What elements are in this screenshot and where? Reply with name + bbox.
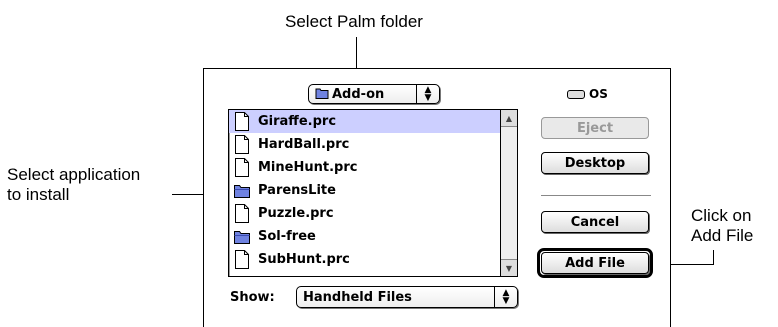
list-item[interactable]: Sol-free	[229, 225, 501, 248]
list-item[interactable]: HardBall.prc	[229, 133, 501, 156]
callout-click-add-file: Click on Add File	[691, 206, 753, 246]
callout-select-palm-folder: Select Palm folder	[285, 12, 423, 31]
list-item-label: Giraffe.prc	[258, 114, 337, 129]
callout-right-line2: Add File	[691, 226, 754, 245]
callout-right-line1: Click on	[691, 206, 752, 225]
callout-select-application: Select application to install	[7, 165, 140, 205]
list-item[interactable]: SubHunt.prc	[229, 248, 501, 271]
popup-arrows-icon: ▲ ▼	[494, 287, 517, 307]
list-item-label: HardBall.prc	[258, 137, 350, 152]
folder-popup[interactable]: Add-on ▲ ▼	[308, 84, 440, 104]
folder-icon	[234, 185, 250, 198]
callout-left-line2: to install	[7, 185, 70, 204]
list-item-label: SubHunt.prc	[258, 252, 350, 267]
volume-name: OS	[589, 87, 608, 101]
folder-icon	[315, 88, 329, 99]
document-icon	[235, 112, 249, 131]
document-icon	[235, 158, 249, 177]
document-icon	[235, 250, 249, 269]
document-icon	[235, 135, 249, 154]
file-list[interactable]: Giraffe.prc HardBall.prc MineHunt.prc Pa…	[228, 109, 518, 277]
volume-indicator: OS	[567, 87, 608, 101]
folder-popup-label: Add-on	[309, 87, 416, 102]
list-item-label: Puzzle.prc	[258, 206, 334, 221]
scroll-up-arrow-icon[interactable]: ▲	[501, 110, 517, 127]
list-item-label: MineHunt.prc	[258, 160, 358, 175]
button-divider	[541, 195, 651, 196]
list-item[interactable]: Giraffe.prc	[229, 110, 501, 133]
cancel-button[interactable]: Cancel	[541, 211, 649, 233]
eject-button[interactable]: Eject	[541, 117, 649, 139]
show-label: Show:	[230, 290, 275, 305]
show-popup-value: Handheld Files	[303, 289, 412, 305]
scroll-down-arrow-icon[interactable]: ▼	[501, 259, 517, 276]
list-item-label: ParensLite	[258, 183, 336, 198]
list-item[interactable]: ParensLite	[229, 179, 501, 202]
folder-icon	[234, 231, 250, 244]
list-item-label: Sol-free	[258, 229, 316, 244]
add-file-button[interactable]: Add File	[541, 252, 649, 274]
file-list-rows: Giraffe.prc HardBall.prc MineHunt.prc Pa…	[229, 110, 501, 276]
folder-popup-text: Add-on	[332, 86, 385, 102]
document-icon	[235, 204, 249, 223]
list-item[interactable]: MineHunt.prc	[229, 156, 501, 179]
callout-left-line1: Select application	[7, 165, 141, 184]
hard-disk-icon	[567, 89, 585, 99]
file-list-scrollbar[interactable]: ▲ ▼	[500, 110, 517, 276]
popup-arrows-icon: ▲ ▼	[416, 85, 439, 103]
list-item[interactable]: Puzzle.prc	[229, 202, 501, 225]
show-popup[interactable]: Handheld Files ▲ ▼	[296, 286, 518, 308]
callout-line-right-vertical	[713, 250, 714, 265]
desktop-button[interactable]: Desktop	[541, 152, 649, 174]
